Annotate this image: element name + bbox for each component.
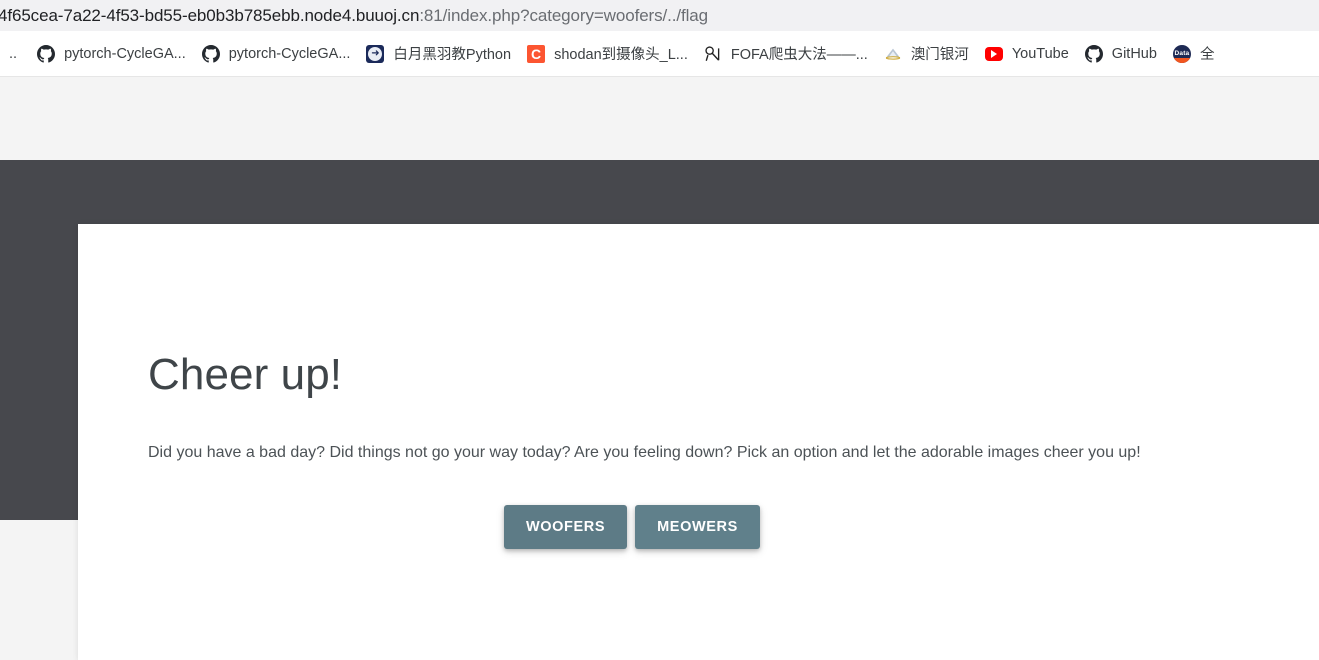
bookmark-label: 全 <box>1199 47 1215 63</box>
github-icon <box>1084 44 1103 63</box>
bookmark-fofa-crawler[interactable]: FOFA爬虫大法——... <box>697 39 875 69</box>
csdn-icon: C <box>527 44 546 63</box>
bookmark-youtube[interactable]: YouTube <box>978 39 1076 69</box>
github-icon <box>37 44 56 63</box>
meowers-button[interactable]: MEOWERS <box>635 504 760 549</box>
page-description: Did you have a bad day? Did things not g… <box>148 444 1141 462</box>
bookmark-label: YouTube <box>1011 45 1069 62</box>
bookmark-label: 白月黑羽教Python <box>393 47 512 63</box>
bookmark-github[interactable]: GitHub <box>1078 39 1164 69</box>
bookmark-baiyueheiyu-python[interactable]: ➜ 白月黑羽教Python <box>359 39 518 69</box>
data-icon: Data <box>1172 44 1191 63</box>
address-bar-path: :81/index.php?category=woofers/../flag <box>419 6 709 25</box>
bookmark-label: pytorch-CycleGA... <box>64 45 186 62</box>
bookmark-overflow[interactable]: .. <box>0 39 28 69</box>
content-card: Cheer up! Did you have a bad day? Did th… <box>78 224 1319 660</box>
woofers-button[interactable]: WOOFERS <box>504 504 628 549</box>
bookmark-label: pytorch-CycleGA... <box>228 45 351 62</box>
youtube-icon <box>984 45 1003 63</box>
bookmark-pytorch-cyclegan-2[interactable]: pytorch-CycleGA... <box>195 39 358 69</box>
address-bar[interactable]: 4f65cea-7a22-4f53-bd55-eb0b3b785ebb.node… <box>0 0 1319 31</box>
galaxy-icon <box>884 45 902 63</box>
bookmark-label: GitHub <box>1111 45 1157 62</box>
github-icon <box>201 44 220 63</box>
address-bar-host: 4f65cea-7a22-4f53-bd55-eb0b3b785ebb.node… <box>0 6 420 25</box>
fofa-icon <box>704 45 722 63</box>
bookmark-shodan-camera[interactable]: C shodan到摄像头_L... <box>520 39 695 69</box>
bookmark-label: .. <box>9 45 18 62</box>
bookmark-macau-galaxy[interactable]: 澳门银河 <box>877 39 976 69</box>
browser-chrome: 4f65cea-7a22-4f53-bd55-eb0b3b785ebb.node… <box>0 0 1319 77</box>
option-button-row: WOOFERS MEOWERS <box>148 504 1319 549</box>
cnblogs-icon: ➜ <box>366 44 385 63</box>
bookmark-label: FOFA爬虫大法——... <box>730 47 868 63</box>
card-inner: Cheer up! Did you have a bad day? Did th… <box>78 224 1319 549</box>
bookmark-data-quan[interactable]: Data 全 <box>1166 39 1222 69</box>
page-body: Cheer up! Did you have a bad day? Did th… <box>0 77 1319 660</box>
bookmarks-bar: .. pytorch-CycleGA... pytorch-CycleGA...… <box>0 31 1319 77</box>
bookmark-label: shodan到摄像头_L... <box>554 47 688 63</box>
bookmark-label: 澳门银河 <box>910 47 969 63</box>
address-bar-url: 4f65cea-7a22-4f53-bd55-eb0b3b785ebb.node… <box>0 0 708 31</box>
page-title: Cheer up! <box>148 350 343 399</box>
bookmark-pytorch-cyclegan-1[interactable]: pytorch-CycleGA... <box>30 39 193 69</box>
